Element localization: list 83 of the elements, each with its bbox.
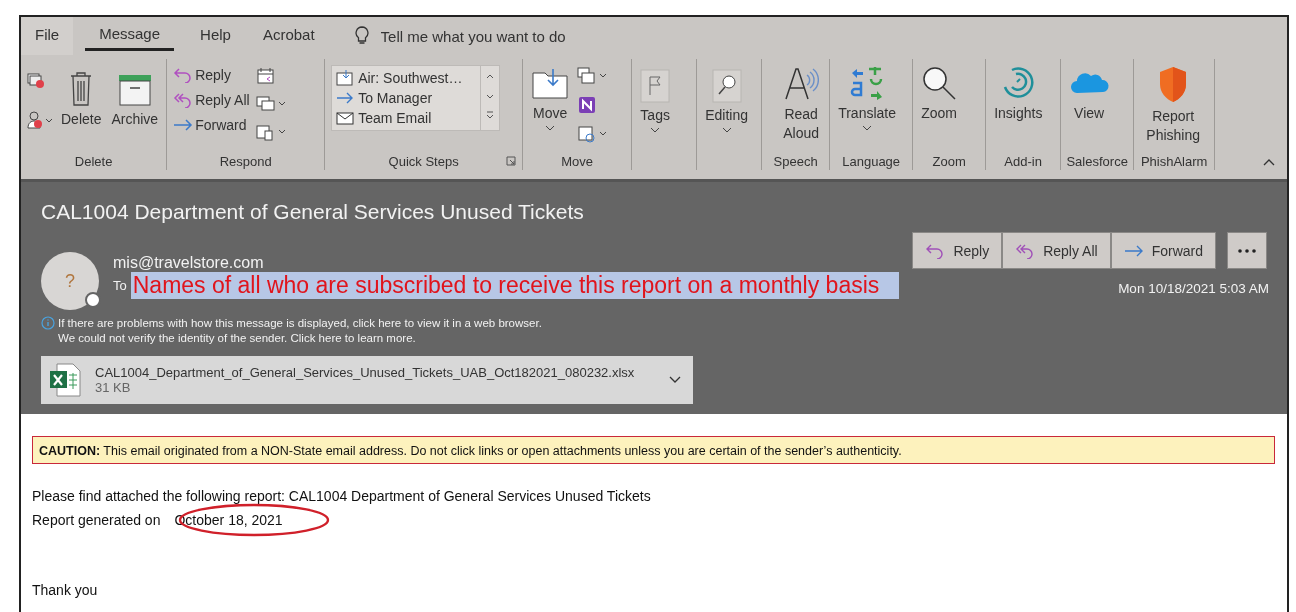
collapse-ribbon-icon[interactable] bbox=[1263, 158, 1275, 166]
body-text: Please find attached the following report: CAL1004 Department of General Services Unused Tickets bbox=[32, 487, 652, 506]
archive-button[interactable]: Archive bbox=[109, 59, 161, 127]
group-label: Add-in bbox=[1004, 153, 1042, 169]
ribbon-tab[interactable]: Acrobat bbox=[248, 17, 329, 55]
onenote-icon[interactable] bbox=[577, 95, 598, 115]
meeting-reply-icon[interactable] bbox=[255, 67, 276, 85]
actions-icon[interactable] bbox=[577, 125, 608, 143]
read-aloud-icon bbox=[783, 65, 820, 101]
insights-button[interactable]: Insights bbox=[992, 59, 1045, 127]
im-reply-icon[interactable] bbox=[255, 95, 286, 113]
translate-button[interactable]: Translate bbox=[836, 59, 898, 137]
forward-icon bbox=[173, 117, 194, 133]
zoom-button[interactable]: Zoom bbox=[919, 59, 960, 127]
info-message[interactable]: We could not verify the identity of the sender. Click here to learn more. bbox=[58, 331, 542, 346]
arrow-right-icon bbox=[336, 90, 355, 106]
ignore-icon[interactable] bbox=[27, 73, 45, 89]
caution-text: CAUTION: This email originated from a NON-State email address. Do not click links or open attachments unless you are certain of the sender’s authenticity. bbox=[39, 444, 902, 458]
avatar: ? bbox=[41, 252, 99, 310]
message-subject: CAL1004 Department of General Services Unused Tickets bbox=[41, 200, 585, 224]
presence-dot bbox=[85, 292, 101, 308]
message-action-button[interactable]: Reply All bbox=[1002, 232, 1111, 269]
envelope-icon bbox=[336, 110, 355, 126]
editing-button[interactable]: Editing bbox=[703, 59, 750, 139]
ribbon-tab[interactable]: Message bbox=[85, 21, 175, 51]
to-label: To bbox=[113, 278, 127, 293]
read-aloud-button[interactable]: Read Aloud bbox=[768, 59, 835, 149]
quick-step-item[interactable]: Air: Southwest… bbox=[336, 68, 477, 88]
magnifier-icon bbox=[921, 65, 958, 101]
respond-button[interactable]: Reply All bbox=[173, 90, 250, 110]
group-label: Delete bbox=[74, 153, 113, 169]
search-icon bbox=[711, 69, 742, 103]
group-label: Speech bbox=[773, 153, 818, 169]
group-label: Respond bbox=[219, 153, 272, 169]
view-button[interactable]: View bbox=[1067, 59, 1112, 127]
excel-file-icon bbox=[49, 363, 81, 397]
chevron-down-icon[interactable] bbox=[669, 376, 681, 384]
attachment-card[interactable]: CAL1004_Department_of_General_Services_Unused_Tickets_UAB_Oct182021_080232.xlsx 31 KB bbox=[41, 356, 693, 404]
quick-step-item[interactable]: To Manager bbox=[336, 88, 477, 108]
group-label: Language bbox=[842, 153, 901, 169]
move-button[interactable]: Move bbox=[529, 59, 572, 137]
report-phishing-button[interactable]: Report Phishing bbox=[1140, 59, 1207, 151]
attachment-name: CAL1004_Department_of_General_Services_Unused_Tickets_UAB_Oct182021_080232.xlsx bbox=[95, 365, 636, 380]
lightbulb-icon bbox=[354, 26, 369, 46]
respond-button[interactable]: Reply bbox=[173, 65, 250, 85]
more-respond-icon[interactable] bbox=[255, 123, 286, 141]
flag-icon bbox=[640, 69, 671, 103]
group-label: Quick Steps bbox=[388, 153, 459, 169]
body-text: Thank you bbox=[32, 581, 99, 600]
more-icon bbox=[1238, 248, 1256, 253]
reply-all-icon bbox=[173, 92, 194, 108]
dropdown-caret-icon bbox=[862, 125, 873, 131]
attachment-size: 31 KB bbox=[95, 380, 132, 395]
dropdown-caret-icon bbox=[650, 127, 661, 133]
search-field[interactable]: Tell me what you want to do bbox=[372, 23, 649, 49]
body-text: Report generated on bbox=[32, 511, 161, 530]
received-date: Mon 10/18/2021 5:03 AM bbox=[1118, 281, 1269, 296]
recipients-annotation: Names of all who are subscribed to receive this report on a monthly basis bbox=[130, 272, 900, 299]
dropdown-caret-icon bbox=[721, 127, 732, 133]
group-label: Zoom bbox=[932, 153, 966, 169]
sender-address[interactable]: mis@travelstore.com bbox=[113, 254, 900, 272]
delete-button[interactable]: Delete bbox=[59, 59, 104, 127]
more-actions-button[interactable] bbox=[1227, 232, 1267, 269]
reply-icon bbox=[173, 67, 194, 83]
info-message[interactable]: If there are problems with how this message is displayed, click here to view it in a web browser. bbox=[58, 316, 542, 331]
junk-icon[interactable] bbox=[27, 111, 53, 129]
dialog-launcher-icon[interactable] bbox=[506, 156, 517, 166]
ribbon-tab[interactable]: Help bbox=[186, 17, 245, 55]
rules-icon[interactable] bbox=[577, 67, 608, 85]
respond-button[interactable]: Forward bbox=[173, 115, 250, 135]
group-label: Salesforce bbox=[1066, 153, 1128, 169]
reply-icon bbox=[925, 242, 946, 259]
quick-step-item[interactable]: Team Email bbox=[336, 108, 477, 128]
group-label: Move bbox=[561, 153, 594, 169]
ribbon-tab[interactable]: File bbox=[21, 17, 74, 55]
info-icon bbox=[41, 316, 55, 330]
reply-all-icon bbox=[1015, 242, 1036, 259]
tags-button[interactable]: Tags bbox=[638, 59, 673, 139]
message-action-button[interactable]: Forward bbox=[1110, 232, 1216, 269]
trash-icon bbox=[69, 71, 94, 107]
group-label: PhishAlarm bbox=[1140, 153, 1208, 169]
message-action-button[interactable]: Reply bbox=[912, 232, 1003, 269]
dropdown-caret-icon bbox=[545, 125, 556, 131]
